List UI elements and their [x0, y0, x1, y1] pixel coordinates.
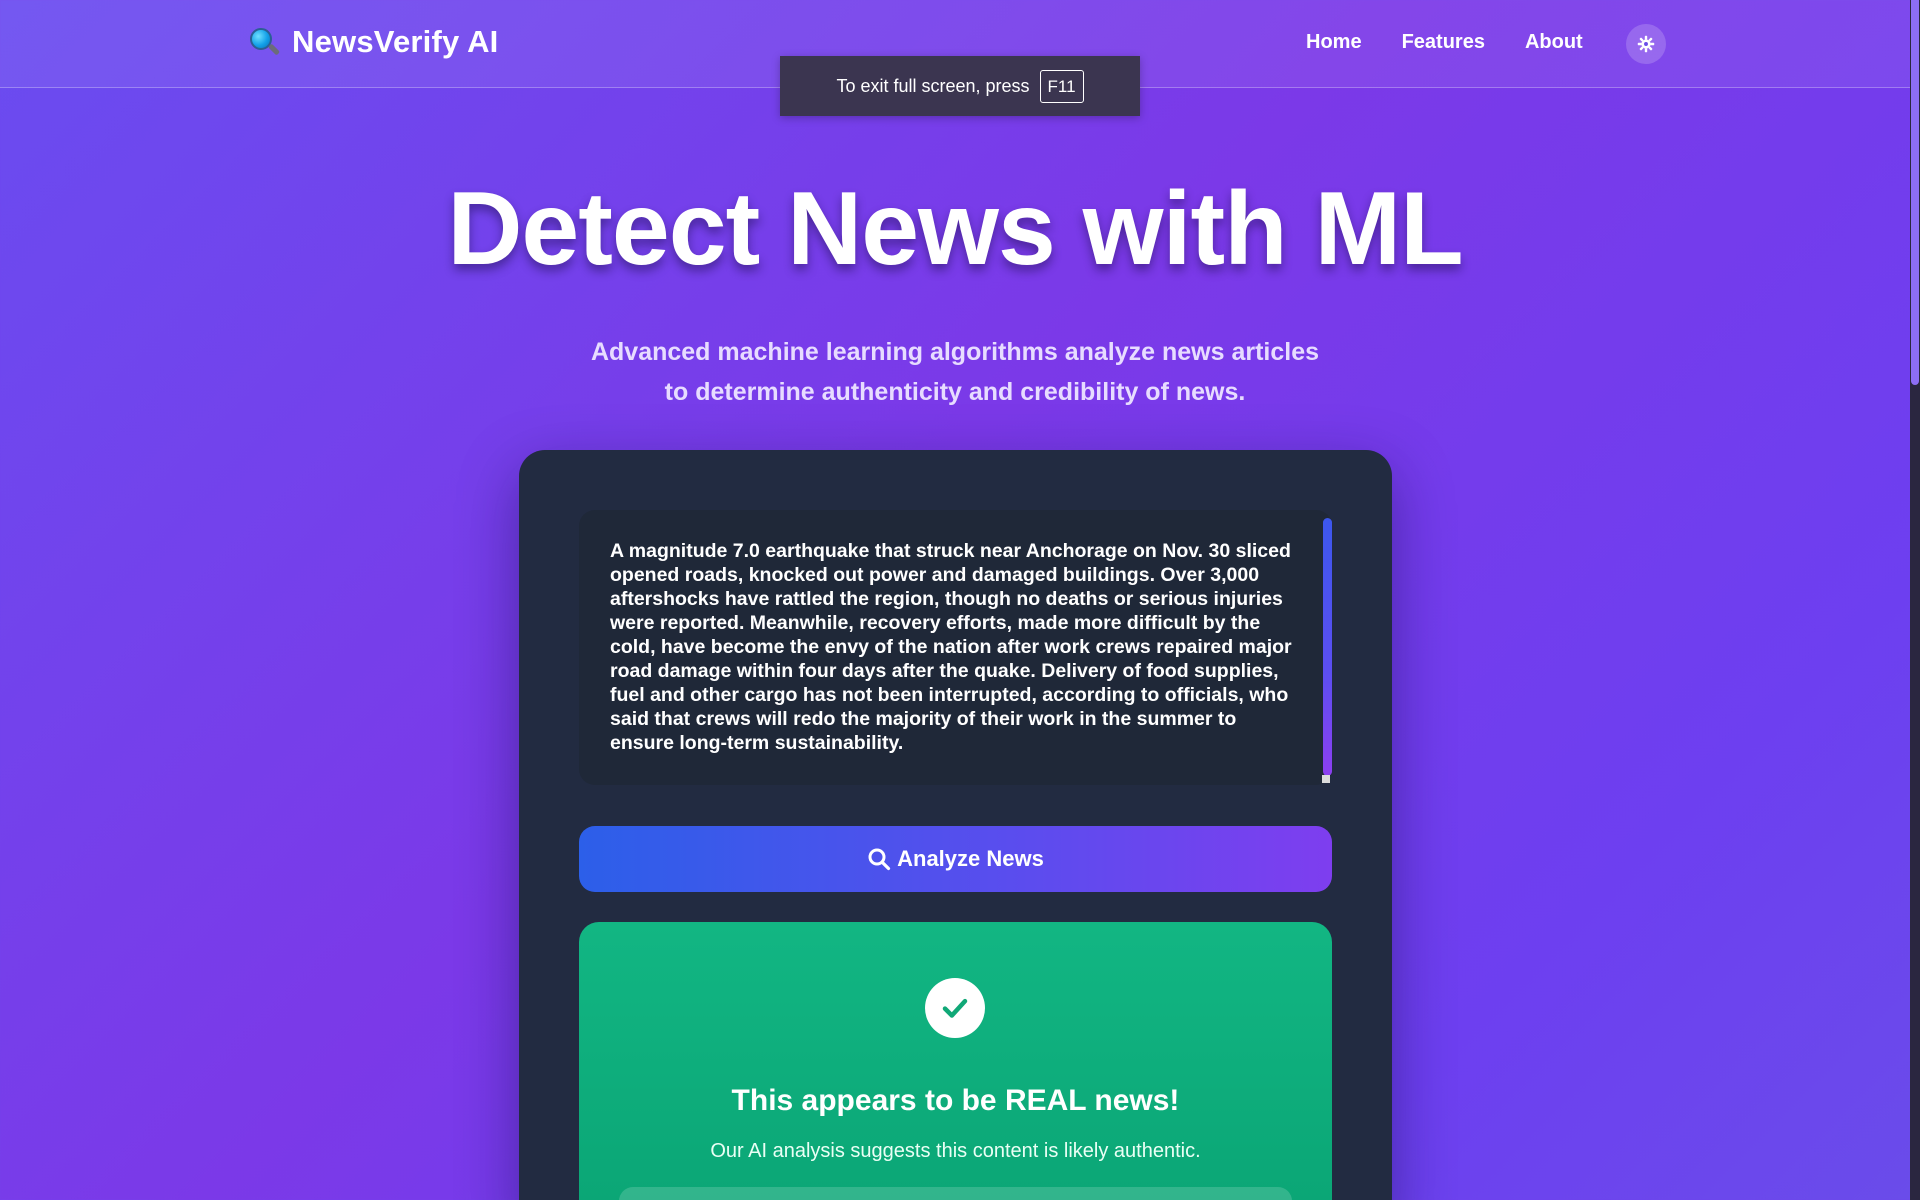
check-icon: [942, 998, 968, 1018]
result-detail-bar: [619, 1187, 1292, 1200]
nav-link-home[interactable]: Home: [1306, 31, 1362, 54]
result-title: This appears to be REAL news!: [731, 1084, 1180, 1117]
hero-subtitle-line2: to determine authenticity and credibilit…: [664, 378, 1246, 406]
analyze-button-label: Analyze News: [897, 846, 1044, 871]
brand-name: NewsVerify AI: [292, 24, 499, 59]
search-icon: [868, 848, 891, 871]
nav-link-about[interactable]: About: [1525, 31, 1583, 54]
magnifier-icon: [248, 24, 282, 60]
fullscreen-toast-text: To exit full screen, press: [836, 75, 1030, 96]
hero-title: Detect News with ML: [447, 171, 1463, 287]
news-textarea[interactable]: A magnitude 7.0 earthquake that struck n…: [579, 510, 1332, 785]
analyzer-card: A magnitude 7.0 earthquake that struck n…: [519, 450, 1392, 1200]
result-description: Our AI analysis suggests this content is…: [710, 1140, 1201, 1162]
gear-icon: [1637, 35, 1655, 53]
nav-links: Home Features About: [1306, 31, 1623, 54]
brand[interactable]: NewsVerify AI: [248, 24, 499, 60]
theme-toggle-button[interactable]: [1626, 24, 1666, 64]
hero-subtitle: Advanced machine learning algorithms ana…: [560, 332, 1350, 412]
hero-subtitle-line1: Advanced machine learning algorithms ana…: [590, 338, 1320, 366]
nav-link-features[interactable]: Features: [1402, 31, 1485, 54]
result-panel: This appears to be REAL news! Our AI ana…: [579, 922, 1332, 1200]
result-check-badge: [925, 978, 985, 1038]
analyze-news-button[interactable]: Analyze News: [579, 826, 1332, 892]
textarea-scrollbar[interactable]: [1323, 518, 1332, 776]
news-textarea-content[interactable]: A magnitude 7.0 earthquake that struck n…: [610, 539, 1295, 755]
textarea-resize-handle[interactable]: [1322, 775, 1330, 783]
fullscreen-toast-key: F11: [1039, 69, 1084, 103]
fullscreen-exit-toast: To exit full screen, press F11: [780, 56, 1140, 116]
page-scrollbar-thumb[interactable]: [1911, 0, 1919, 385]
